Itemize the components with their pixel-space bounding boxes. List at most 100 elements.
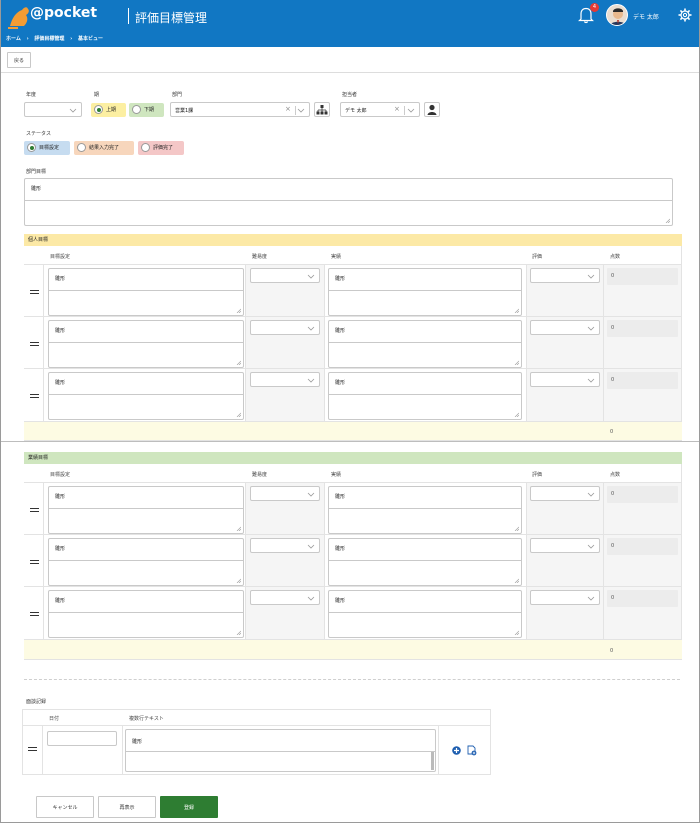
goal-textarea[interactable]: 雛形 — [48, 372, 244, 420]
evaluation-select[interactable] — [530, 372, 600, 387]
drag-handle-icon[interactable] — [28, 747, 37, 751]
result-text: 雛形 — [335, 276, 346, 282]
col-score: 点数 — [610, 254, 621, 260]
breadcrumb-sep: › — [70, 36, 73, 42]
difficulty-select[interactable] — [250, 590, 320, 605]
evaluation-select[interactable] — [530, 320, 600, 335]
add-row-icon[interactable] — [452, 746, 461, 755]
status-radio-goal-setting[interactable]: 目標設定 — [24, 141, 70, 155]
chevron-down-icon — [587, 544, 595, 549]
result-textarea[interactable]: 雛形 — [328, 372, 522, 420]
org-chart-button[interactable] — [314, 102, 330, 117]
resize-grip-icon[interactable] — [514, 630, 519, 635]
result-text: 雛形 — [335, 546, 346, 552]
result-text: 雛形 — [335, 494, 346, 500]
goal-textarea[interactable]: 雛形 — [48, 268, 244, 316]
difficulty-select[interactable] — [250, 320, 320, 335]
drag-handle-icon[interactable] — [30, 612, 39, 616]
col-evaluation: 評価 — [532, 254, 543, 260]
evaluation-select[interactable] — [530, 486, 600, 501]
radio-empty-icon — [77, 143, 86, 152]
result-textarea[interactable]: 雛形 — [328, 268, 522, 316]
resize-grip-icon[interactable] — [514, 526, 519, 531]
breadcrumb-goal-management[interactable]: 評価目標管理 — [34, 36, 64, 42]
difficulty-select[interactable] — [250, 538, 320, 553]
total-row — [24, 640, 682, 660]
department-select[interactable]: 営業1課 × — [170, 102, 310, 117]
back-button[interactable]: 戻る — [7, 52, 31, 68]
logo-text[interactable]: @pocket — [30, 5, 97, 21]
breadcrumb-sep: › — [26, 36, 29, 42]
department-value: 営業1課 — [175, 108, 194, 114]
score-field: 0 — [607, 590, 678, 607]
drag-handle-icon[interactable] — [30, 394, 39, 398]
status-radio-result-entered[interactable]: 結果入力完了 — [74, 141, 134, 155]
resize-grip-icon[interactable] — [514, 360, 519, 365]
goal-textarea[interactable]: 雛形 — [48, 486, 244, 534]
result-textarea[interactable]: 雛形 — [328, 320, 522, 368]
result-textarea[interactable]: 雛形 — [328, 486, 522, 534]
scrollbar[interactable] — [431, 752, 434, 770]
goal-textarea[interactable]: 雛形 — [48, 538, 244, 586]
resize-grip-icon[interactable] — [236, 578, 241, 583]
breadcrumb-home[interactable]: ホーム — [6, 36, 21, 42]
header-divider — [128, 8, 129, 24]
difficulty-select[interactable] — [250, 486, 320, 501]
drag-handle-icon[interactable] — [30, 342, 39, 346]
copy-row-icon[interactable] — [467, 745, 477, 756]
chevron-down-icon — [587, 378, 595, 383]
user-picker-button[interactable] — [424, 102, 440, 117]
resize-grip-icon[interactable] — [514, 308, 519, 313]
avatar[interactable] — [606, 4, 628, 26]
department-goal-textarea[interactable]: 雛形 — [24, 178, 673, 226]
chevron-down-icon — [307, 492, 315, 497]
user-name[interactable]: デモ 太郎 — [633, 12, 659, 21]
textarea-divider — [49, 394, 243, 395]
date-input[interactable] — [47, 731, 117, 746]
difficulty-select[interactable] — [250, 372, 320, 387]
owner-select[interactable]: デモ 太郎 × — [340, 102, 420, 117]
resize-grip-icon[interactable] — [236, 526, 241, 531]
drag-handle-icon[interactable] — [30, 290, 39, 294]
clear-icon[interactable]: × — [285, 105, 291, 113]
evaluation-select[interactable] — [530, 538, 600, 553]
chevron-down-icon — [307, 326, 315, 331]
resize-grip-icon[interactable] — [514, 412, 519, 417]
select-separator — [295, 106, 296, 115]
chevron-down-icon — [587, 492, 595, 497]
clear-icon[interactable]: × — [394, 105, 400, 113]
result-textarea[interactable]: 雛形 — [328, 538, 522, 586]
cancel-button[interactable]: キャンセル — [36, 796, 94, 818]
difficulty-select[interactable] — [250, 268, 320, 283]
col-date: 日付 — [49, 716, 60, 722]
resize-grip-icon[interactable] — [665, 218, 670, 223]
goal-text: 雛形 — [55, 598, 66, 604]
gear-icon[interactable] — [678, 8, 692, 22]
resize-grip-icon[interactable] — [236, 630, 241, 635]
chevron-down-icon — [307, 596, 315, 601]
goal-textarea[interactable]: 雛形 — [48, 320, 244, 368]
resize-grip-icon[interactable] — [236, 308, 241, 313]
evaluation-select[interactable] — [530, 268, 600, 283]
resize-grip-icon[interactable] — [514, 578, 519, 583]
evaluation-select[interactable] — [530, 590, 600, 605]
redisplay-button[interactable]: 再表示 — [98, 796, 156, 818]
status-option-label: 評価完了 — [153, 145, 174, 151]
result-textarea[interactable]: 雛形 — [328, 590, 522, 638]
grid-header-row — [23, 710, 491, 726]
goal-text: 雛形 — [55, 546, 66, 552]
goal-textarea[interactable]: 雛形 — [48, 590, 244, 638]
multiline-textarea[interactable]: 雛形 — [125, 729, 436, 772]
year-select[interactable] — [24, 102, 82, 117]
register-button[interactable]: 登録 — [160, 796, 218, 818]
resize-grip-icon[interactable] — [236, 360, 241, 365]
resize-grip-icon[interactable] — [236, 412, 241, 417]
status-radio-evaluated[interactable]: 評価完了 — [138, 141, 184, 155]
score-field: 0 — [607, 268, 678, 285]
goal-text: 雛形 — [55, 494, 66, 500]
status-option-label: 目標設定 — [39, 145, 60, 151]
drag-handle-icon[interactable] — [30, 508, 39, 512]
term-radio-second-half[interactable]: 下期 — [129, 103, 164, 117]
drag-handle-icon[interactable] — [30, 560, 39, 564]
term-radio-first-half[interactable]: 上期 — [91, 103, 126, 117]
